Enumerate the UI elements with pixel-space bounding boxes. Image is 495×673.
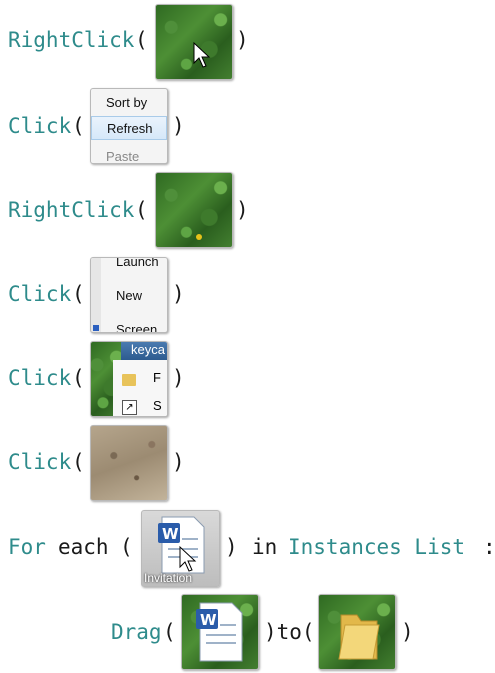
- menu-item-refresh[interactable]: Refresh: [91, 116, 167, 140]
- paren-open: (: [120, 535, 133, 559]
- paren-open: (: [135, 28, 148, 52]
- paren-close: ): [172, 450, 185, 474]
- each-keyword: each: [58, 535, 109, 559]
- word-document-icon: W: [196, 602, 243, 662]
- file-name-label: Invitation: [144, 571, 193, 585]
- paren-close: ): [225, 535, 238, 559]
- instances-list-name: Instances List: [288, 535, 466, 559]
- screen-icon: [93, 325, 99, 331]
- explorer-window-thumbnail[interactable]: keyca F ↗ S: [90, 341, 168, 417]
- colon: :: [483, 535, 495, 559]
- paren-close: ): [172, 282, 185, 306]
- paren-open: (: [72, 366, 85, 390]
- click-keyword: Click: [8, 450, 72, 474]
- paren-open: (: [135, 198, 148, 222]
- shortcut-icon: ↗: [122, 400, 137, 415]
- for-keyword: For: [8, 535, 46, 559]
- menu-item-new[interactable]: New: [91, 284, 167, 308]
- paren-close: ): [236, 28, 249, 52]
- drag-keyword: Drag: [111, 620, 162, 644]
- word-document-thumbnail[interactable]: W Invitation: [141, 510, 220, 587]
- click-keyword: Click: [8, 366, 72, 390]
- click-keyword: Click: [8, 114, 72, 138]
- paren-open: (: [163, 620, 176, 644]
- desktop-grass-thumbnail[interactable]: [155, 172, 233, 248]
- menu-item-launch[interactable]: Launch: [91, 258, 167, 274]
- menu-item-paste[interactable]: Paste: [91, 145, 167, 163]
- sand-image-thumbnail[interactable]: [90, 425, 168, 501]
- word-document-on-desktop-thumbnail[interactable]: W: [181, 594, 259, 670]
- paren-open: (: [72, 450, 85, 474]
- file-row-label: F: [153, 370, 161, 385]
- desktop-grass-thumbnail[interactable]: [155, 4, 233, 80]
- mouse-cursor-icon: [193, 41, 211, 68]
- click-keyword: Click: [8, 282, 72, 306]
- folder-on-desktop-thumbnail[interactable]: [318, 594, 396, 670]
- svg-text:W: W: [162, 525, 179, 543]
- paren-close: ): [401, 620, 414, 644]
- context-menu-thumbnail[interactable]: Sort by Refresh Paste: [90, 88, 168, 164]
- in-keyword: in: [252, 535, 278, 559]
- context-menu-thumbnail[interactable]: Launch New Screen: [90, 257, 168, 333]
- paren-close: ): [172, 114, 185, 138]
- menu-item-screen[interactable]: Screen: [91, 318, 167, 332]
- folder-icon: [122, 374, 136, 386]
- folder-icon: [338, 614, 380, 660]
- window-body: F ↗ S: [113, 360, 167, 416]
- to-keyword: )to(: [264, 620, 315, 644]
- menu-item-sort-by[interactable]: Sort by: [91, 91, 167, 115]
- file-row-label: S: [153, 398, 162, 413]
- paren-open: (: [72, 282, 85, 306]
- paren-open: (: [72, 114, 85, 138]
- paren-close: ): [236, 198, 249, 222]
- rightclick-keyword: RightClick: [8, 198, 135, 222]
- yellow-flower-icon: [196, 234, 202, 240]
- paren-close: ): [172, 366, 185, 390]
- window-title: keyca: [121, 342, 167, 360]
- rightclick-keyword: RightClick: [8, 28, 135, 52]
- svg-text:W: W: [200, 611, 217, 629]
